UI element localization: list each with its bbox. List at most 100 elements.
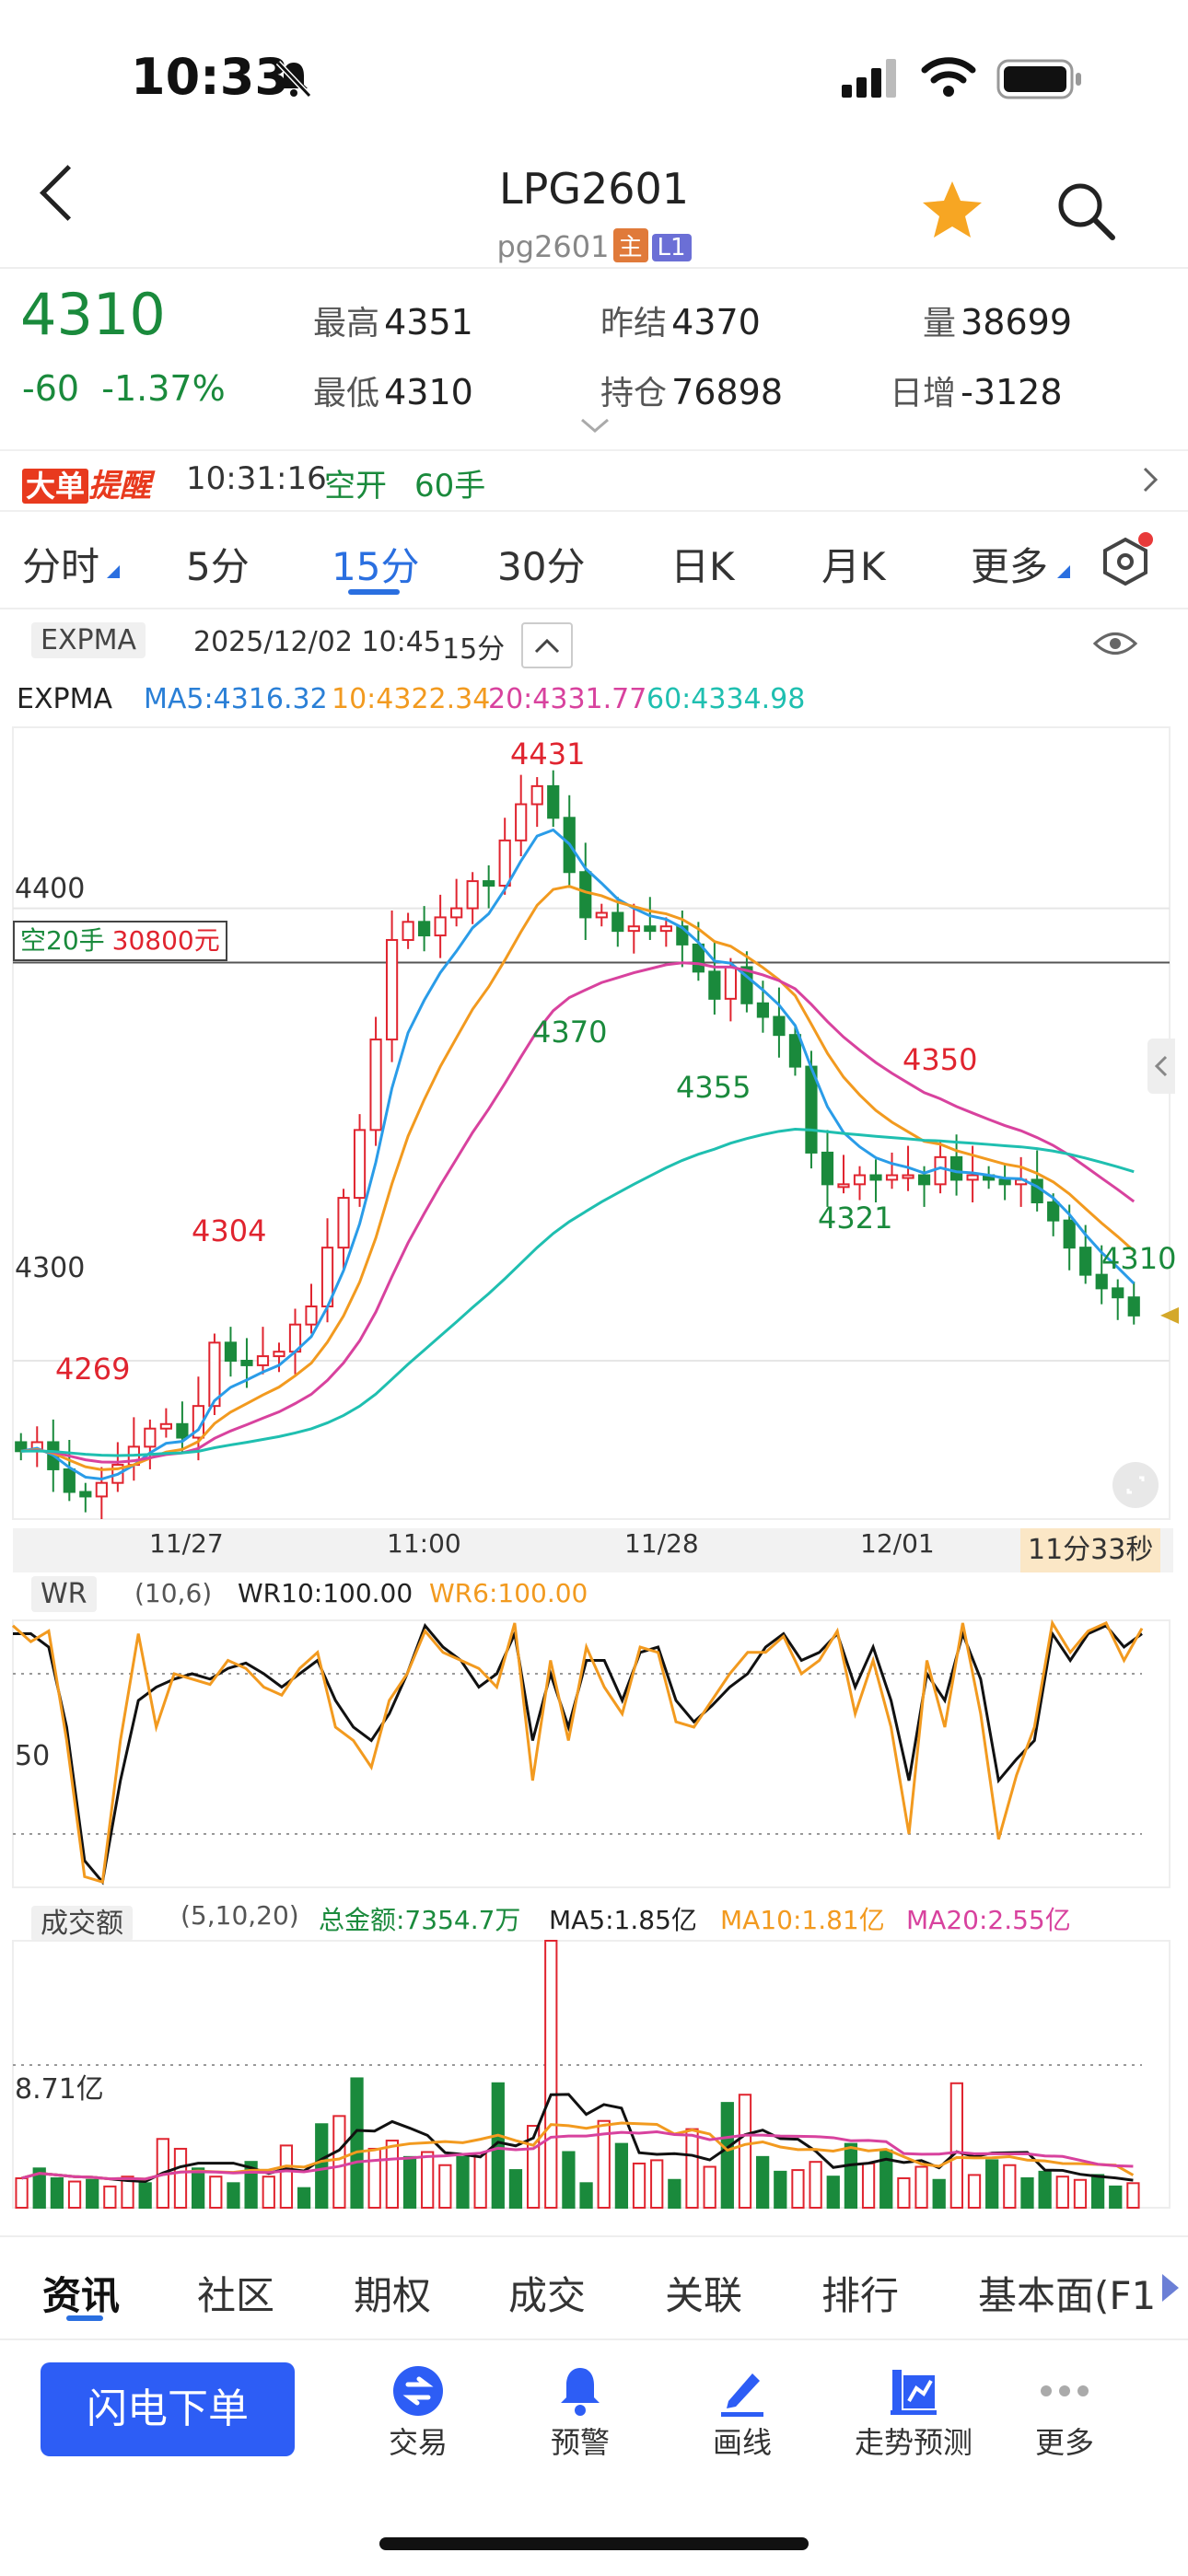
tab-trades[interactable]: 成交 bbox=[508, 2265, 586, 2321]
tab-30min[interactable]: 30分 bbox=[497, 536, 585, 592]
bar-countdown: 11分33秒 bbox=[1020, 1528, 1161, 1572]
candle bbox=[885, 1174, 899, 1181]
volume-bar bbox=[650, 2159, 664, 2209]
change-percent: -1.37% bbox=[101, 368, 226, 409]
prev-settle-field: 昨结 4370 bbox=[600, 302, 761, 342]
favorite-star-icon[interactable] bbox=[921, 180, 984, 244]
tab-news[interactable]: 资讯 bbox=[42, 2265, 120, 2321]
volume-bar bbox=[738, 2094, 752, 2209]
daily-increase-field: 日增 -3128 bbox=[890, 372, 1063, 412]
wr-params: (10,6) bbox=[134, 1578, 213, 1608]
volume-bar bbox=[826, 2176, 840, 2209]
tab-community[interactable]: 社区 bbox=[197, 2265, 274, 2321]
chevron-right-icon[interactable] bbox=[1142, 466, 1159, 497]
volume-bar bbox=[685, 2128, 699, 2209]
volume-chart[interactable] bbox=[0, 1932, 1188, 2217]
fullscreen-icon[interactable] bbox=[1112, 1462, 1159, 1508]
price-annotation: 4355 bbox=[676, 1070, 751, 1105]
volume-bar bbox=[949, 2082, 963, 2209]
tab-monthly-k[interactable]: 月K bbox=[821, 536, 886, 592]
wr10-value: WR10:100.00 bbox=[238, 1578, 413, 1608]
volume-bar bbox=[1109, 2185, 1123, 2209]
candle bbox=[659, 925, 672, 933]
candle bbox=[498, 839, 511, 888]
candle bbox=[998, 1178, 1011, 1186]
wr-chart[interactable] bbox=[0, 1611, 1188, 1897]
candle bbox=[418, 921, 431, 937]
indicator-selector[interactable]: EXPMA bbox=[31, 622, 146, 658]
candle bbox=[159, 1422, 172, 1430]
collapse-chevron-icon[interactable] bbox=[521, 622, 573, 668]
prev-settle-value: 4370 bbox=[671, 302, 761, 342]
candle bbox=[466, 880, 479, 910]
volume-bar bbox=[914, 2165, 928, 2209]
big-order-alert-bar[interactable] bbox=[0, 449, 1188, 512]
x-tick-label: 12/01 bbox=[860, 1528, 935, 1559]
settings-hexagon-icon[interactable] bbox=[1098, 532, 1153, 589]
tabs-scroll-right-icon[interactable] bbox=[1162, 2274, 1179, 2302]
flash-order-button[interactable]: 闪电下单 bbox=[41, 2362, 295, 2456]
candle bbox=[547, 784, 560, 819]
high-value: 4351 bbox=[384, 302, 473, 342]
volume-bar bbox=[791, 2169, 805, 2209]
volume-bar bbox=[1126, 2182, 1140, 2210]
volume-bar bbox=[209, 2176, 223, 2209]
candle bbox=[966, 1174, 979, 1181]
volume-bar bbox=[173, 2147, 188, 2210]
volume-bar bbox=[473, 2152, 487, 2209]
pen-icon bbox=[678, 2362, 807, 2419]
search-icon[interactable] bbox=[1055, 180, 1116, 245]
tab-more[interactable]: 更多 bbox=[971, 536, 1048, 592]
candle bbox=[1063, 1219, 1076, 1249]
candle bbox=[1047, 1201, 1060, 1222]
candle bbox=[402, 921, 414, 941]
eye-icon[interactable] bbox=[1092, 628, 1138, 663]
candle bbox=[934, 1155, 947, 1186]
tab-daily-k[interactable]: 日K bbox=[670, 536, 735, 592]
volume-bar bbox=[562, 2151, 576, 2209]
volume-bar bbox=[809, 2161, 822, 2210]
price-change: -60 -1.37% bbox=[22, 368, 226, 409]
candle bbox=[756, 1002, 770, 1018]
draw-line-button[interactable]: 画线 bbox=[678, 2362, 807, 2462]
page-title: LPG2601 bbox=[498, 164, 690, 214]
tab-5min[interactable]: 5分 bbox=[186, 536, 250, 592]
candle bbox=[579, 871, 592, 919]
candle bbox=[63, 1468, 76, 1493]
volume-params: (5,10,20) bbox=[181, 1900, 299, 1931]
candle bbox=[627, 925, 640, 933]
tab-intraday[interactable]: 分时 bbox=[22, 536, 99, 592]
open-interest-value: 76898 bbox=[671, 372, 783, 412]
candlestick-chart[interactable] bbox=[0, 718, 1188, 1528]
volume-bar bbox=[67, 2180, 82, 2210]
volume-bar bbox=[1003, 2164, 1017, 2209]
candle bbox=[385, 938, 399, 1041]
tab-fundamentals[interactable]: 基本面(F1 bbox=[978, 2265, 1156, 2321]
alert-button[interactable]: 预警 bbox=[516, 2362, 645, 2462]
candle bbox=[821, 1151, 834, 1186]
trade-button[interactable]: 交易 bbox=[354, 2362, 483, 2462]
volume-bar bbox=[1090, 2174, 1105, 2209]
book-chart-icon bbox=[840, 2362, 987, 2419]
tab-ranking[interactable]: 排行 bbox=[821, 2265, 899, 2321]
panel-collapse-handle[interactable] bbox=[1147, 1039, 1175, 1094]
tab-options[interactable]: 期权 bbox=[354, 2265, 431, 2321]
expand-chevron-icon[interactable] bbox=[580, 418, 610, 438]
volume-bar bbox=[332, 2115, 346, 2210]
more-button[interactable]: 更多 bbox=[1000, 2362, 1129, 2462]
position-tag[interactable]: 空20手 30800元 bbox=[13, 921, 227, 961]
volume-bar bbox=[985, 2159, 999, 2209]
volume-bar bbox=[297, 2187, 311, 2209]
volume-bar bbox=[86, 2178, 99, 2210]
wr-selector[interactable]: WR bbox=[31, 1576, 97, 1612]
high-field: 最高 4351 bbox=[313, 302, 473, 342]
volume-ma5-line bbox=[21, 2093, 1134, 2184]
volume-bar bbox=[262, 2176, 275, 2209]
mute-bell-icon bbox=[273, 57, 315, 103]
active-info-tab-indicator bbox=[66, 2315, 103, 2321]
tab-15min[interactable]: 15分 bbox=[332, 536, 419, 592]
tab-related[interactable]: 关联 bbox=[665, 2265, 742, 2321]
candle bbox=[724, 966, 737, 1000]
trend-forecast-button[interactable]: 走势预测 bbox=[840, 2362, 987, 2462]
volume-bar bbox=[579, 2182, 593, 2210]
